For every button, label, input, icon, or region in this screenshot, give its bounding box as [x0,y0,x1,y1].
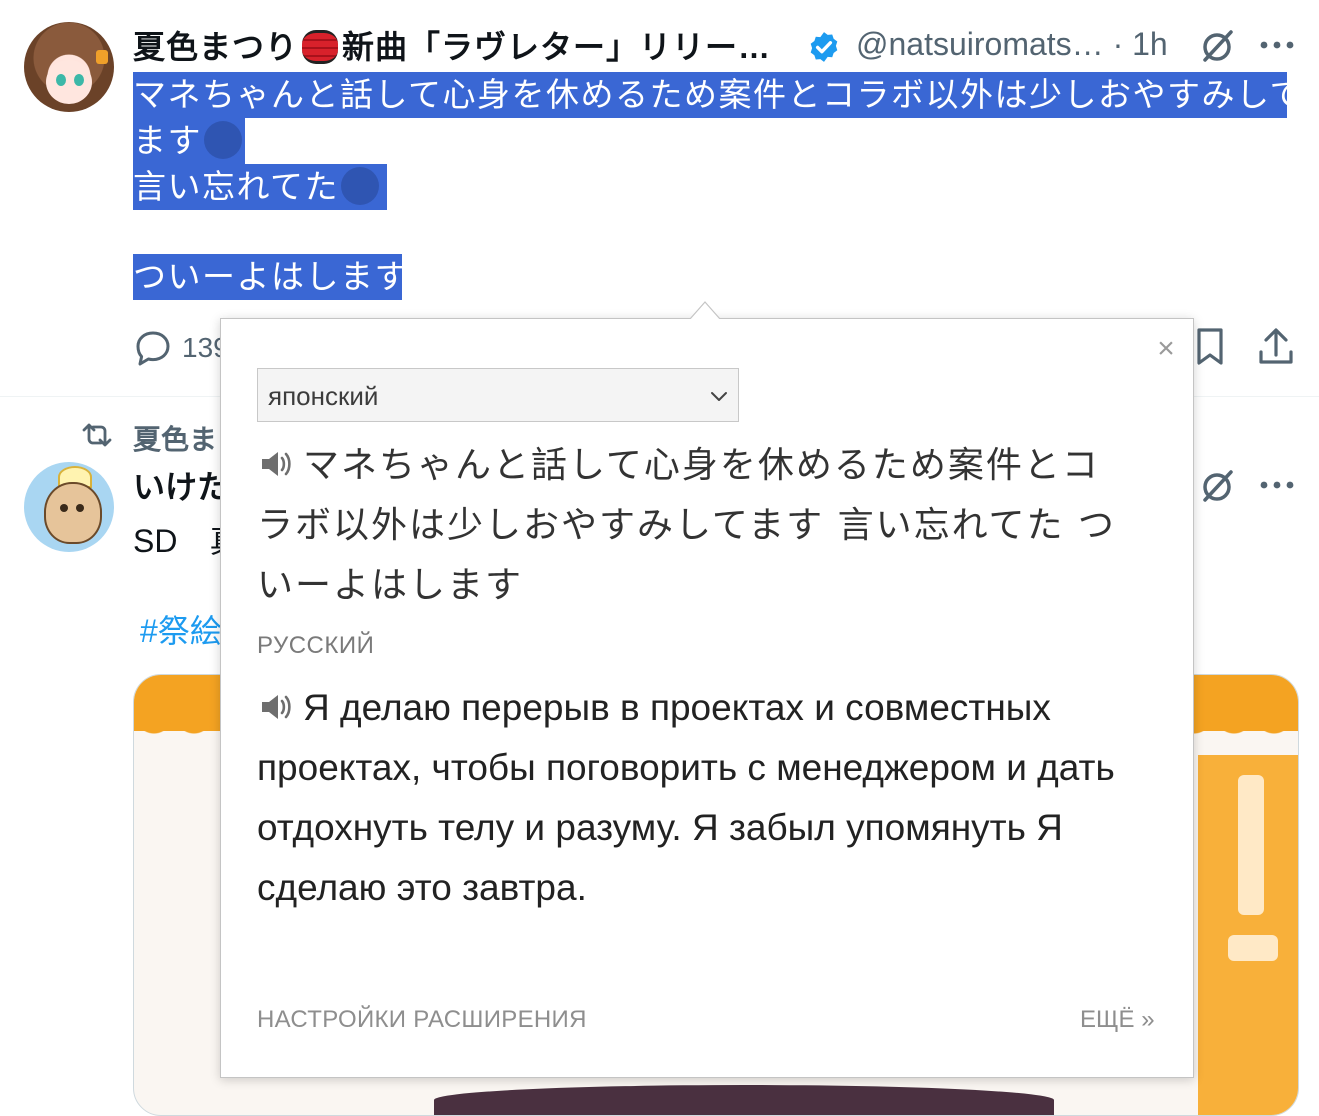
source-text: マネちゃんと話して心身を休めるため案件とコラボ以外は少しおやすみしてます 言い忘… [257,445,1116,606]
author-handle[interactable]: @natsuiromats… · 1h [856,26,1168,63]
avatar-eye [74,74,84,86]
selected-text-line[interactable]: 言い忘れてた [133,164,387,210]
more-icon[interactable] [1258,30,1296,60]
tweet-text-line: ついーよはします [133,258,409,295]
grok-icon[interactable] [1197,466,1237,506]
tweet-text-line: ます [133,122,202,159]
author-name[interactable]: いけた [133,462,229,508]
reply-icon[interactable] [133,328,173,368]
grok-icon[interactable] [1197,26,1237,66]
source-language-value: японский [268,381,379,411]
translation-text-block: Я делаю перерыв в проектах и совместных … [257,678,1157,918]
close-button[interactable]: × [1154,334,1178,364]
avatar-eye [60,504,68,512]
chevron-down-icon [711,392,727,401]
avatar-face [46,60,92,104]
share-icon[interactable] [1256,326,1296,368]
target-language-label: РУССКИЙ [257,632,375,659]
timestamp[interactable]: · 1h [1113,26,1168,62]
tweet-text-line: マネちゃんと話して心身を休めるため案件とコラボ以外は少しおやすみして [133,76,1305,113]
source-text-block: マネちゃんと話して心身を休めるため案件とコラボ以外は少しおやすみしてます 言い忘… [257,436,1137,616]
more-link[interactable]: ЕЩЁ » [1080,1006,1155,1034]
media-sign-detail [1228,935,1278,961]
source-language-select[interactable]: японский [257,368,739,422]
avatar-eye [76,504,84,512]
extension-settings-link[interactable]: НАСТРОЙКИ РАСШИРЕНИЯ [257,1006,587,1034]
handle-text: @natsuiromats… [856,26,1104,62]
speaker-icon[interactable] [257,689,293,725]
author-name-part1: 夏色まつり [133,29,299,65]
avatar-ribbon [96,50,108,64]
retweet-icon [82,423,112,447]
author-avatar[interactable] [24,22,114,112]
retweet-label[interactable]: 夏色ま [133,418,217,458]
author-name-part2: 新曲「ラヴレター」リリー… [342,29,772,65]
upside-down-face-emoji-icon [341,167,380,205]
lantern-emoji-icon [302,30,339,64]
bookmark-icon[interactable] [1190,326,1230,368]
more-icon[interactable] [1258,470,1296,500]
translation-text: Я делаю перерыв в проектах и совместных … [257,687,1115,908]
tweet-text-line: 言い忘れてた [133,168,340,205]
selected-text-line[interactable]: ついーよはします [133,254,408,300]
speaker-icon[interactable] [257,446,293,482]
verified-badge-icon [810,32,838,62]
media-sign-detail [1238,775,1264,915]
selected-text-line[interactable]: マネちゃんと話して心身を休めるため案件とコラボ以外は少しおやすみして [133,72,1303,118]
person-emoji-icon [204,121,242,159]
avatar-eye [56,74,66,86]
media-character-hair [434,1085,1054,1115]
selected-text-line[interactable]: ます [133,118,245,164]
avatar-character [44,482,102,544]
author-name[interactable]: 夏色まつり 新曲「ラヴレター」リリー… [133,22,771,68]
author-avatar[interactable] [24,462,114,552]
popup-pointer [690,301,720,330]
hashtag-link[interactable]: #祭絵 [140,606,222,652]
